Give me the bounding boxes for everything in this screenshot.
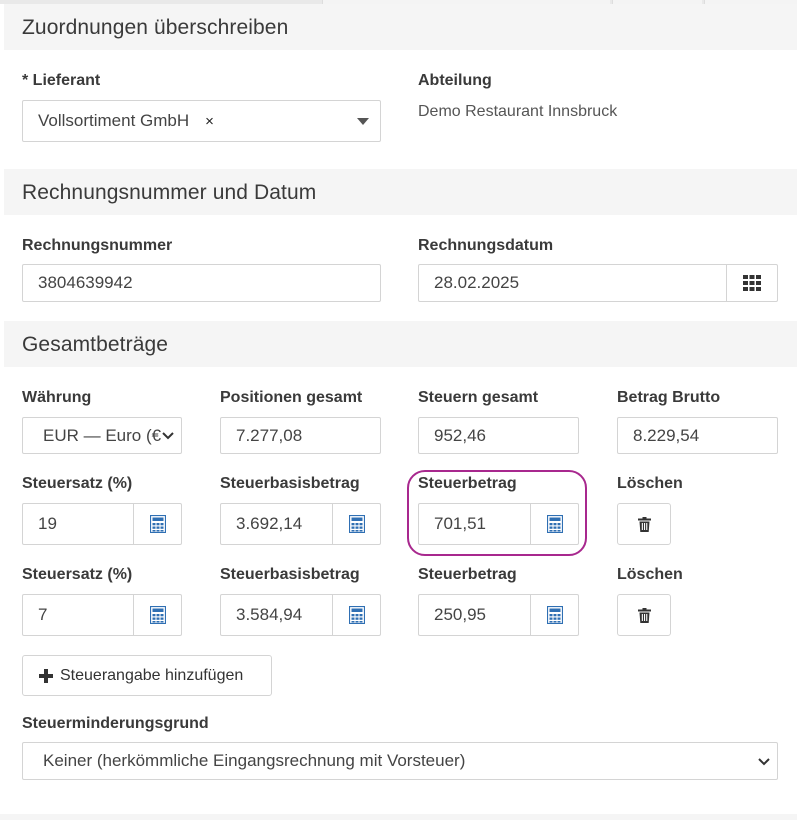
calculator-icon[interactable] xyxy=(530,595,578,635)
add-tax-entry-label: Steuerangabe hinzufügen xyxy=(60,666,244,684)
tax-base-label: Steuerbasisbetrag xyxy=(220,566,360,583)
tax-rate-label: Steuersatz (%) xyxy=(22,475,133,492)
supplier-value: Vollsortiment GmbH xyxy=(38,111,190,130)
section-title: Gesamtbeträge xyxy=(22,333,169,356)
tax-rate-value: 7 xyxy=(38,605,48,624)
tax-base-label: Steuerbasisbetrag xyxy=(220,475,360,492)
tax-reduction-select[interactable]: Keiner (herkömmliche Eingangsrechnung mi… xyxy=(22,742,778,780)
chevron-down-icon[interactable] xyxy=(357,117,369,125)
calculator-icon[interactable] xyxy=(332,595,380,635)
invoice-date-input[interactable]: 28.02.2025 xyxy=(418,264,778,302)
currency-label: Währung xyxy=(22,389,92,406)
delete-tax-row-button[interactable] xyxy=(617,594,671,636)
gross-amount-value: 8.229,54 xyxy=(633,425,700,445)
page-footer-strip xyxy=(0,814,797,820)
tax-reduction-label: Steuerminderungsgrund xyxy=(22,715,209,732)
taxes-total-value: 952,46 xyxy=(434,425,486,445)
delete-label: Löschen xyxy=(617,566,683,583)
trash-icon xyxy=(637,516,651,532)
tax-rate-input[interactable]: 7 xyxy=(22,594,182,636)
invoice-number-value: 3804639942 xyxy=(38,273,133,292)
calculator-icon[interactable] xyxy=(133,595,181,635)
calendar-grid-icon[interactable] xyxy=(726,265,777,301)
taxes-total-label: Steuern gesamt xyxy=(418,389,539,406)
tax-amount-input[interactable]: 250,95 xyxy=(418,594,579,636)
chevron-down-icon[interactable] xyxy=(161,431,175,440)
chevron-down-icon[interactable] xyxy=(757,757,771,766)
tax-base-input[interactable]: 3.584,94 xyxy=(220,594,381,636)
invoice-number-input[interactable]: 3804639942 xyxy=(22,264,381,302)
tax-reduction-value: Keiner (herkömmliche Eingangsrechnung mi… xyxy=(43,751,466,770)
tax-amount-label: Steuerbetrag xyxy=(418,566,517,583)
currency-value: EUR — Euro (€) xyxy=(43,425,161,445)
supplier-label: * Lieferant xyxy=(22,72,101,89)
tax-amount-value: 701,51 xyxy=(434,514,486,533)
supplier-select[interactable]: Vollsortiment GmbH × xyxy=(22,100,381,142)
calculator-icon[interactable] xyxy=(133,504,181,544)
plus-icon xyxy=(39,668,53,683)
taxes-total-input[interactable]: 952,46 xyxy=(418,417,579,454)
invoice-date-value: 28.02.2025 xyxy=(434,273,520,292)
section-title: Rechnungsnummer und Datum xyxy=(22,181,317,204)
tax-amount-value: 250,95 xyxy=(434,605,486,624)
calculator-icon[interactable] xyxy=(332,504,380,544)
delete-tax-row-button[interactable] xyxy=(617,503,671,545)
positions-total-label: Positionen gesamt xyxy=(220,389,363,406)
calculator-icon[interactable] xyxy=(530,504,578,544)
department-value: Demo Restaurant Innsbruck xyxy=(418,103,618,120)
tax-rate-input[interactable]: 19 xyxy=(22,503,182,545)
section-header-invoice: Rechnungsnummer und Datum xyxy=(4,169,797,215)
tax-rate-value: 19 xyxy=(38,514,57,533)
section-header-assignments: Zuordnungen überschreiben xyxy=(4,4,797,50)
currency-select[interactable]: EUR — Euro (€) xyxy=(22,417,182,454)
tax-base-value: 3.692,14 xyxy=(236,514,303,533)
trash-icon xyxy=(637,607,651,623)
tax-rate-label: Steuersatz (%) xyxy=(22,566,133,583)
department-label: Abteilung xyxy=(418,72,492,89)
tax-amount-label: Steuerbetrag xyxy=(418,475,517,492)
positions-total-input[interactable]: 7.277,08 xyxy=(220,417,381,454)
clear-supplier-icon[interactable]: × xyxy=(205,113,214,130)
positions-total-value: 7.277,08 xyxy=(236,425,303,445)
gross-amount-label: Betrag Brutto xyxy=(617,389,721,406)
invoice-date-label: Rechnungsdatum xyxy=(418,237,554,254)
add-tax-entry-button[interactable]: Steuerangabe hinzufügen xyxy=(22,655,272,696)
invoice-number-label: Rechnungsnummer xyxy=(22,237,173,254)
delete-label: Löschen xyxy=(617,475,683,492)
section-title: Zuordnungen überschreiben xyxy=(22,16,289,39)
tax-base-value: 3.584,94 xyxy=(236,605,303,624)
tax-amount-input[interactable]: 701,51 xyxy=(418,503,579,545)
section-header-totals: Gesamtbeträge xyxy=(4,321,797,367)
gross-amount-input[interactable]: 8.229,54 xyxy=(617,417,778,454)
tax-base-input[interactable]: 3.692,14 xyxy=(220,503,381,545)
